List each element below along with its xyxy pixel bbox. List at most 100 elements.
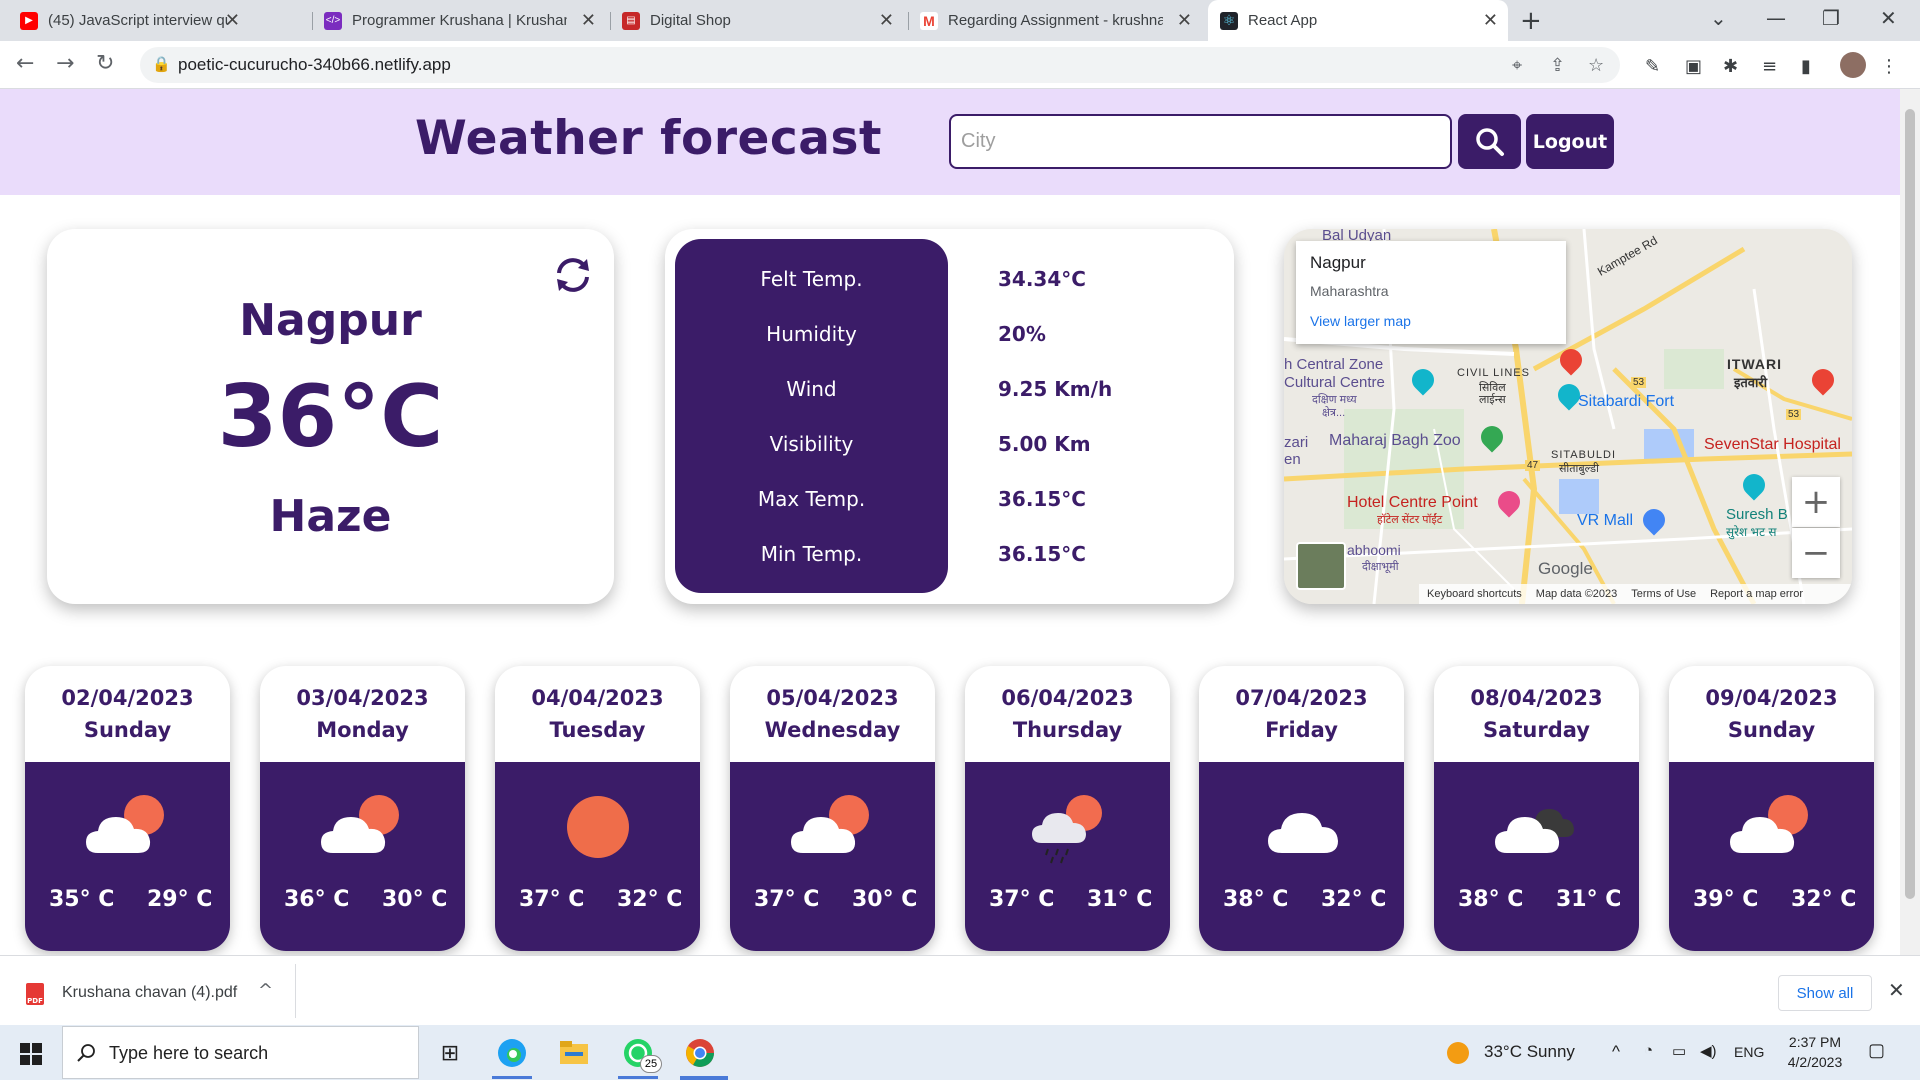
weather-details-card: Felt Temp. Humidity Wind Visibility Max …	[665, 229, 1234, 604]
taskbar-clock[interactable]: 2:37 PM 4/2/2023	[1780, 1032, 1850, 1072]
close-tab-icon[interactable]: ✕	[1483, 10, 1498, 31]
tab-programmer-krushana[interactable]: </> Programmer Krushana | Krushana ✕	[324, 0, 606, 41]
map-label: लाईन्स	[1479, 394, 1506, 406]
omnibox[interactable]: 🔒 poetic-cucurucho-340b66.netlify.app ⌖ …	[140, 47, 1620, 83]
tab-react-app[interactable]: ⚛ React App ✕	[1208, 0, 1508, 41]
sidebar-icon[interactable]: ▮	[1801, 56, 1811, 77]
download-file-name[interactable]: Krushana chavan (4).pdf	[62, 984, 237, 1002]
forward-button[interactable]: →	[56, 51, 74, 76]
file-explorer-icon[interactable]	[556, 1035, 592, 1071]
map-label: इतवारी	[1734, 375, 1768, 390]
close-tab-icon[interactable]: ✕	[581, 10, 596, 31]
new-tab-button[interactable]: +	[1520, 6, 1542, 36]
close-download-bar-icon[interactable]: ✕	[1888, 978, 1905, 1002]
view-larger-map-link[interactable]: View larger map	[1310, 313, 1411, 329]
forecast-panel: 38° C 32° C	[1199, 762, 1404, 951]
detail-value-min-temp: 36.15°C	[998, 542, 1086, 566]
forecast-date: 06/04/2023	[1001, 686, 1134, 710]
back-button[interactable]: ←	[16, 51, 34, 76]
map-label: ITWARI	[1727, 356, 1782, 372]
city-map[interactable]: Bal Udyan Kamptee Rd h Central Zone Cult…	[1284, 229, 1852, 604]
scrollbar-thumb[interactable]	[1905, 109, 1915, 899]
puzzle-icon[interactable]: ✱	[1723, 56, 1738, 77]
reload-button[interactable]: ↻	[96, 51, 114, 76]
forecast-day: Wednesday	[764, 718, 901, 742]
forecast-date: 04/04/2023	[531, 686, 664, 710]
windows-start-icon[interactable]	[20, 1043, 42, 1065]
task-view-icon[interactable]: ⊞	[432, 1035, 468, 1071]
detail-label-humidity: Humidity	[766, 322, 857, 346]
map-label: Sitabardi Fort	[1578, 393, 1675, 410]
details-labels-panel: Felt Temp. Humidity Wind Visibility Max …	[675, 239, 948, 593]
bookmark-star-icon[interactable]: ☆	[1588, 55, 1604, 76]
minimize-button[interactable]: —	[1766, 6, 1786, 30]
chevron-up-icon[interactable]: ^	[258, 980, 273, 1001]
current-temperature: 36°C	[217, 367, 444, 467]
pen-extension-icon[interactable]: ✎	[1645, 56, 1660, 77]
taskbar-search-box[interactable]: Type here to search	[62, 1026, 419, 1079]
terms-link[interactable]: Terms of Use	[1631, 588, 1696, 600]
city-search-input[interactable]	[949, 114, 1452, 169]
map-label: h Central Zone	[1284, 356, 1384, 373]
extension-icon[interactable]: ▣	[1685, 56, 1702, 77]
gmail-icon: M	[920, 11, 938, 30]
detail-label-wind: Wind	[786, 377, 837, 401]
detail-value-wind: 9.25 Km/h	[998, 377, 1113, 401]
battery-icon[interactable]: ▭	[1672, 1042, 1686, 1060]
close-tab-icon[interactable]: ✕	[225, 10, 240, 31]
chevron-up-icon[interactable]: ^	[1612, 1042, 1620, 1062]
logout-button[interactable]: Logout	[1526, 114, 1614, 169]
tab-youtube[interactable]: ▶ (45) JavaScript interview question ✕	[20, 0, 250, 41]
code-icon: </>	[324, 11, 342, 30]
keyboard-shortcuts-link[interactable]: Keyboard shortcuts	[1427, 588, 1522, 600]
report-error-link[interactable]: Report a map error	[1710, 588, 1803, 600]
tab-digital-shop[interactable]: ▤ Digital Shop ✕	[622, 0, 904, 41]
page-scrollbar[interactable]	[1900, 89, 1920, 955]
search-button[interactable]	[1458, 114, 1521, 169]
forecast-panel: 38° C 31° C	[1434, 762, 1639, 951]
refresh-icon[interactable]	[551, 253, 595, 297]
whatsapp-icon[interactable]: 25	[620, 1035, 662, 1073]
map-label: 53	[1631, 377, 1647, 388]
notifications-icon[interactable]: ▢	[1868, 1040, 1885, 1061]
share-icon[interactable]: ⇪	[1550, 55, 1565, 76]
avatar[interactable]	[1840, 52, 1866, 78]
zoom-out-button[interactable]: −	[1792, 528, 1840, 578]
map-label: SevenStar Hospital	[1704, 436, 1841, 453]
close-tab-icon[interactable]: ✕	[879, 10, 894, 31]
forecast-card: 08/04/2023 Saturday 38° C 31° C	[1434, 666, 1639, 951]
current-city: Nagpur	[239, 295, 422, 346]
forecast-min-temp: 30° C	[382, 887, 448, 912]
react-icon: ⚛	[1220, 11, 1238, 30]
url-text[interactable]: poetic-cucurucho-340b66.netlify.app	[178, 55, 451, 75]
show-all-button[interactable]: Show all	[1778, 975, 1872, 1011]
detail-label-min-temp: Min Temp.	[760, 542, 863, 566]
rain-icon	[1032, 795, 1102, 864]
close-tab-icon[interactable]: ✕	[1177, 10, 1192, 31]
forecast-panel: 35° C 29° C	[25, 762, 230, 951]
sun-weather-icon[interactable]	[1447, 1042, 1469, 1064]
volume-icon[interactable]: ◀)	[1700, 1042, 1717, 1060]
map-label: 47	[1525, 460, 1541, 471]
tab-search-icon[interactable]: ⌄	[1710, 6, 1727, 30]
zoom-in-button[interactable]: +	[1792, 477, 1840, 527]
detail-value-felt-temp: 34.34°C	[998, 267, 1086, 291]
taskbar-weather[interactable]: 33°C Sunny	[1484, 1042, 1575, 1062]
language-indicator[interactable]: ENG	[1734, 1044, 1764, 1060]
media-icon[interactable]: ≡	[1762, 56, 1777, 77]
wifi-icon[interactable]: ◔	[1644, 1042, 1653, 1059]
maximize-button[interactable]: ❐	[1822, 6, 1840, 30]
tab-gmail[interactable]: M Regarding Assignment - krushna ✕	[920, 0, 1202, 41]
map-label: VR Mall	[1577, 512, 1634, 529]
forecast-min-temp: 32° C	[1321, 887, 1387, 912]
close-window-button[interactable]: ✕	[1880, 6, 1897, 30]
edge-icon[interactable]	[494, 1035, 530, 1071]
pdf-file-icon: PDF	[26, 983, 44, 1005]
lock-icon[interactable]: 🔒	[152, 55, 171, 73]
location-icon[interactable]: ⌖	[1512, 55, 1522, 76]
satellite-toggle[interactable]	[1296, 542, 1346, 590]
forecast-min-temp: 31° C	[1087, 887, 1153, 912]
chrome-icon[interactable]	[682, 1035, 718, 1071]
search-icon	[1475, 127, 1504, 156]
menu-icon[interactable]: ⋮	[1880, 56, 1898, 77]
